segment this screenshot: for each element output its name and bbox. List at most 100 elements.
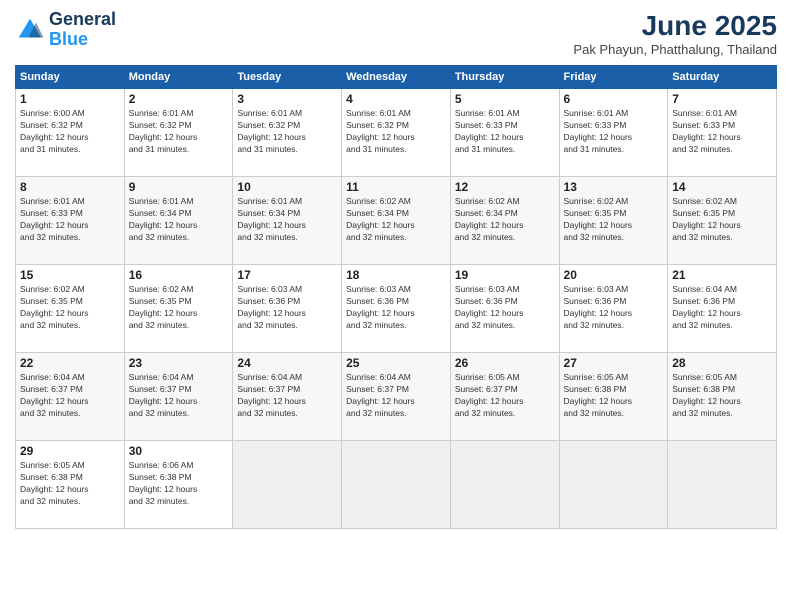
day-number: 12: [455, 180, 555, 194]
day-info: Sunrise: 6:01 AM Sunset: 6:33 PM Dayligh…: [672, 108, 772, 156]
day-number: 18: [346, 268, 446, 282]
calendar-cell: 25 Sunrise: 6:04 AM Sunset: 6:37 PM Dayli…: [342, 353, 451, 441]
logo: General Blue: [15, 10, 116, 50]
day-info: Sunrise: 6:02 AM Sunset: 6:35 PM Dayligh…: [672, 196, 772, 244]
calendar-cell: [450, 441, 559, 529]
calendar-week-row: 8 Sunrise: 6:01 AM Sunset: 6:33 PM Daylig…: [16, 177, 777, 265]
day-number: 10: [237, 180, 337, 194]
day-info: Sunrise: 6:01 AM Sunset: 6:32 PM Dayligh…: [346, 108, 446, 156]
day-number: 8: [20, 180, 120, 194]
day-info: Sunrise: 6:04 AM Sunset: 6:37 PM Dayligh…: [20, 372, 120, 420]
day-number: 25: [346, 356, 446, 370]
day-info: Sunrise: 6:02 AM Sunset: 6:34 PM Dayligh…: [346, 196, 446, 244]
weekday-header: Tuesday: [233, 66, 342, 89]
calendar-cell: 29 Sunrise: 6:05 AM Sunset: 6:38 PM Dayli…: [16, 441, 125, 529]
day-info: Sunrise: 6:01 AM Sunset: 6:34 PM Dayligh…: [129, 196, 229, 244]
weekday-header: Wednesday: [342, 66, 451, 89]
calendar-cell: 7 Sunrise: 6:01 AM Sunset: 6:33 PM Daylig…: [668, 89, 777, 177]
day-number: 11: [346, 180, 446, 194]
calendar-cell: 12 Sunrise: 6:02 AM Sunset: 6:34 PM Dayli…: [450, 177, 559, 265]
day-info: Sunrise: 6:01 AM Sunset: 6:33 PM Dayligh…: [20, 196, 120, 244]
weekday-header: Monday: [124, 66, 233, 89]
day-info: Sunrise: 6:02 AM Sunset: 6:34 PM Dayligh…: [455, 196, 555, 244]
day-info: Sunrise: 6:01 AM Sunset: 6:32 PM Dayligh…: [237, 108, 337, 156]
calendar-cell: 13 Sunrise: 6:02 AM Sunset: 6:35 PM Dayli…: [559, 177, 668, 265]
day-info: Sunrise: 6:02 AM Sunset: 6:35 PM Dayligh…: [20, 284, 120, 332]
calendar-cell: 24Sunrise: 6:04 AM Sunset: 6:37 PM Dayli…: [233, 353, 342, 441]
day-number: 27: [564, 356, 664, 370]
day-number: 7: [672, 92, 772, 106]
month-title: June 2025: [573, 10, 777, 42]
calendar-cell: 4 Sunrise: 6:01 AM Sunset: 6:32 PM Daylig…: [342, 89, 451, 177]
day-number: 6: [564, 92, 664, 106]
calendar-cell: 19 Sunrise: 6:03 AM Sunset: 6:36 PM Dayli…: [450, 265, 559, 353]
calendar-cell: 16 Sunrise: 6:02 AM Sunset: 6:35 PM Dayli…: [124, 265, 233, 353]
day-info: Sunrise: 6:03 AM Sunset: 6:36 PM Dayligh…: [455, 284, 555, 332]
day-number: 16: [129, 268, 229, 282]
calendar-cell: 18 Sunrise: 6:03 AM Sunset: 6:36 PM Dayli…: [342, 265, 451, 353]
calendar: SundayMondayTuesdayWednesdayThursdayFrid…: [15, 65, 777, 529]
day-info: Sunrise: 6:05 AM Sunset: 6:37 PM Dayligh…: [455, 372, 555, 420]
calendar-cell: [559, 441, 668, 529]
day-number: 3: [237, 92, 337, 106]
day-number: 29: [20, 444, 120, 458]
day-info: Sunrise: 6:04 AM Sunset: 6:37 PM Dayligh…: [237, 372, 337, 420]
day-info: Sunrise: 6:03 AM Sunset: 6:36 PM Dayligh…: [564, 284, 664, 332]
logo-icon: [15, 15, 45, 45]
day-number: 9: [129, 180, 229, 194]
day-number: 14: [672, 180, 772, 194]
location-subtitle: Pak Phayun, Phatthalung, Thailand: [573, 42, 777, 57]
calendar-cell: 3 Sunrise: 6:01 AM Sunset: 6:32 PM Daylig…: [233, 89, 342, 177]
day-info: Sunrise: 6:01 AM Sunset: 6:32 PM Dayligh…: [129, 108, 229, 156]
day-info: Sunrise: 6:03 AM Sunset: 6:36 PM Dayligh…: [346, 284, 446, 332]
calendar-cell: [668, 441, 777, 529]
calendar-cell: 26 Sunrise: 6:05 AM Sunset: 6:37 PM Dayli…: [450, 353, 559, 441]
day-number: 23: [129, 356, 229, 370]
day-info: Sunrise: 6:02 AM Sunset: 6:35 PM Dayligh…: [129, 284, 229, 332]
day-info: Sunrise: 6:01 AM Sunset: 6:33 PM Dayligh…: [455, 108, 555, 156]
calendar-cell: 14 Sunrise: 6:02 AM Sunset: 6:35 PM Dayli…: [668, 177, 777, 265]
calendar-cell: 30 Sunrise: 6:06 AM Sunset: 6:38 PM Dayli…: [124, 441, 233, 529]
day-number: 17: [237, 268, 337, 282]
logo-line2: Blue: [49, 30, 116, 50]
day-number: 5: [455, 92, 555, 106]
calendar-cell: 28Sunrise: 6:05 AM Sunset: 6:38 PM Dayli…: [668, 353, 777, 441]
day-info: Sunrise: 6:01 AM Sunset: 6:33 PM Dayligh…: [564, 108, 664, 156]
calendar-week-row: 22 Sunrise: 6:04 AM Sunset: 6:37 PM Dayli…: [16, 353, 777, 441]
day-number: 22: [20, 356, 120, 370]
day-info: Sunrise: 6:06 AM Sunset: 6:38 PM Dayligh…: [129, 460, 229, 508]
day-info: Sunrise: 6:03 AM Sunset: 6:36 PM Dayligh…: [237, 284, 337, 332]
day-info: Sunrise: 6:01 AM Sunset: 6:34 PM Dayligh…: [237, 196, 337, 244]
calendar-week-row: 29 Sunrise: 6:05 AM Sunset: 6:38 PM Dayli…: [16, 441, 777, 529]
header: General Blue June 2025 Pak Phayun, Phatt…: [15, 10, 777, 57]
weekday-header: Sunday: [16, 66, 125, 89]
day-number: 4: [346, 92, 446, 106]
calendar-cell: 22 Sunrise: 6:04 AM Sunset: 6:37 PM Dayli…: [16, 353, 125, 441]
calendar-cell: [233, 441, 342, 529]
day-number: 2: [129, 92, 229, 106]
day-info: Sunrise: 6:04 AM Sunset: 6:36 PM Dayligh…: [672, 284, 772, 332]
calendar-cell: 8 Sunrise: 6:01 AM Sunset: 6:33 PM Daylig…: [16, 177, 125, 265]
day-info: Sunrise: 6:04 AM Sunset: 6:37 PM Dayligh…: [129, 372, 229, 420]
calendar-cell: 17 Sunrise: 6:03 AM Sunset: 6:36 PM Dayli…: [233, 265, 342, 353]
calendar-cell: [342, 441, 451, 529]
calendar-cell: 2 Sunrise: 6:01 AM Sunset: 6:32 PM Daylig…: [124, 89, 233, 177]
day-number: 13: [564, 180, 664, 194]
day-number: 19: [455, 268, 555, 282]
weekday-header: Friday: [559, 66, 668, 89]
calendar-cell: 5 Sunrise: 6:01 AM Sunset: 6:33 PM Daylig…: [450, 89, 559, 177]
calendar-cell: 23 Sunrise: 6:04 AM Sunset: 6:37 PM Dayli…: [124, 353, 233, 441]
day-info: Sunrise: 6:02 AM Sunset: 6:35 PM Dayligh…: [564, 196, 664, 244]
day-number: 30: [129, 444, 229, 458]
day-info: Sunrise: 6:04 AM Sunset: 6:37 PM Dayligh…: [346, 372, 446, 420]
calendar-week-row: 15Sunrise: 6:02 AM Sunset: 6:35 PM Dayli…: [16, 265, 777, 353]
weekday-header: Thursday: [450, 66, 559, 89]
day-info: Sunrise: 6:05 AM Sunset: 6:38 PM Dayligh…: [20, 460, 120, 508]
page: General Blue June 2025 Pak Phayun, Phatt…: [0, 0, 792, 612]
weekday-header-row: SundayMondayTuesdayWednesdayThursdayFrid…: [16, 66, 777, 89]
day-number: 1: [20, 92, 120, 106]
title-block: June 2025 Pak Phayun, Phatthalung, Thail…: [573, 10, 777, 57]
day-number: 20: [564, 268, 664, 282]
calendar-cell: 11 Sunrise: 6:02 AM Sunset: 6:34 PM Dayli…: [342, 177, 451, 265]
day-number: 26: [455, 356, 555, 370]
